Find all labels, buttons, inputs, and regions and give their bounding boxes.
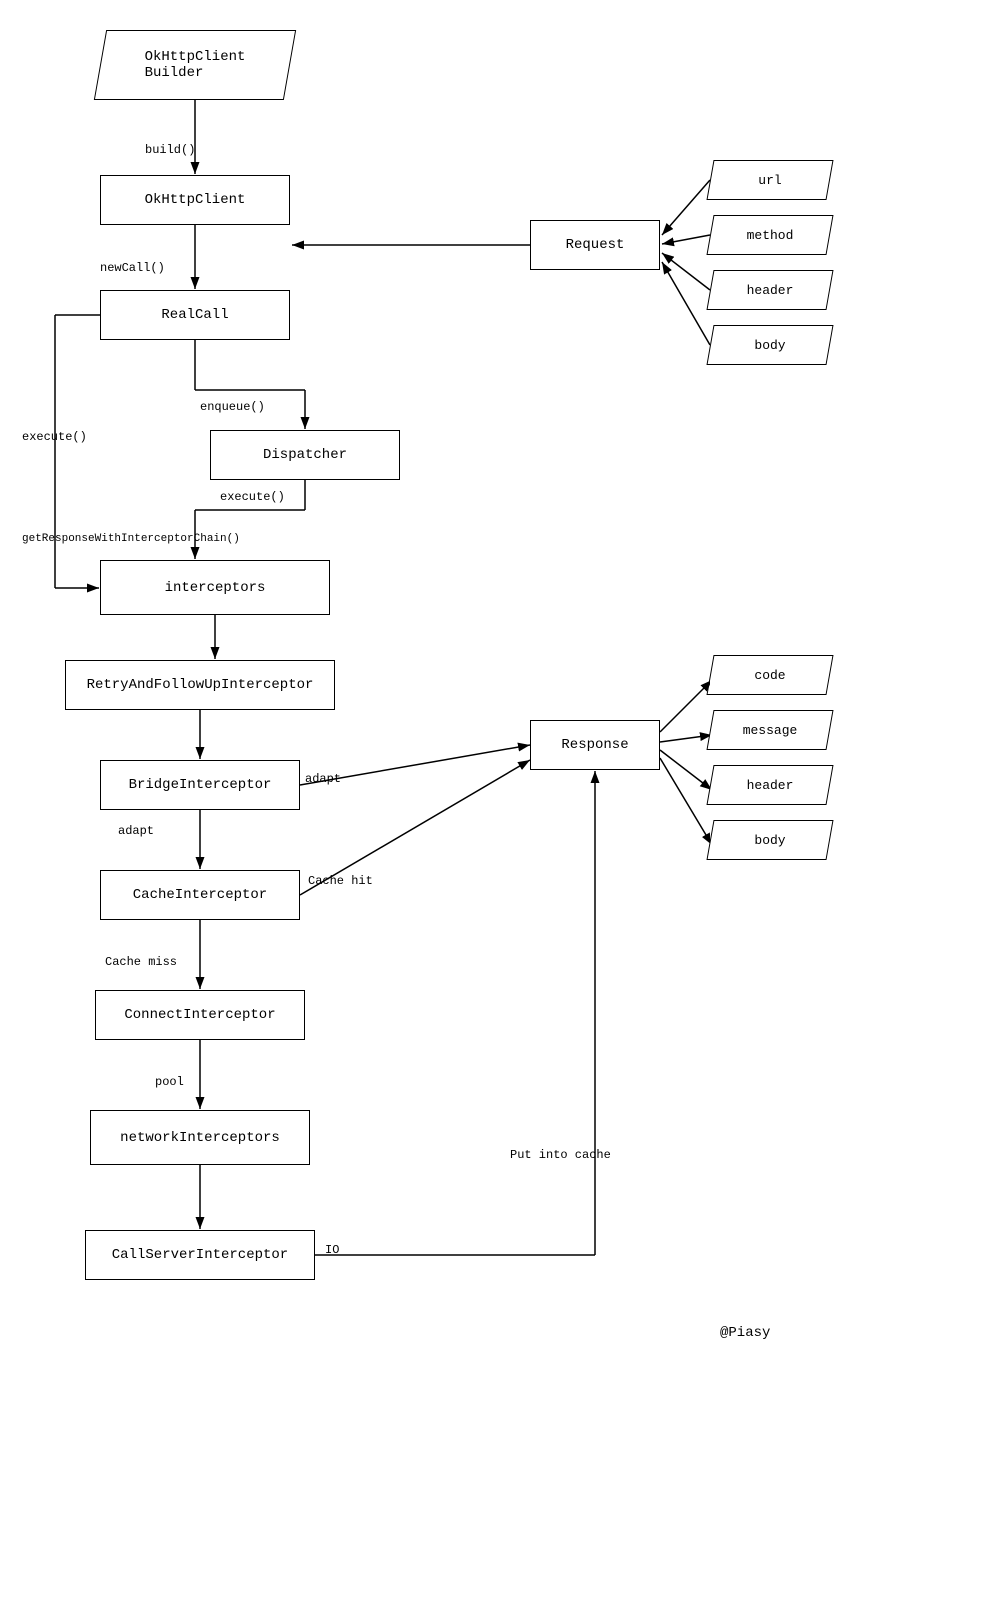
bridge-interceptor-node: BridgeInterceptor bbox=[100, 760, 300, 810]
interceptors-label: interceptors bbox=[165, 580, 266, 596]
header-req-node: header bbox=[710, 270, 830, 310]
dispatcher-label: Dispatcher bbox=[263, 447, 347, 463]
put-into-cache-label: Put into cache bbox=[510, 1148, 611, 1162]
cache-interceptor-label: CacheInterceptor bbox=[133, 887, 267, 903]
body-res-node: body bbox=[710, 820, 830, 860]
network-interceptors-label: networkInterceptors bbox=[120, 1130, 280, 1146]
get-response-label: getResponseWithInterceptorChain() bbox=[22, 533, 240, 545]
io-label: IO bbox=[325, 1243, 339, 1257]
callserver-interceptor-node: CallServerInterceptor bbox=[85, 1230, 315, 1280]
method-node: method bbox=[710, 215, 830, 255]
header-res-label: header bbox=[747, 778, 794, 793]
message-label: message bbox=[743, 723, 798, 738]
callserver-interceptor-label: CallServerInterceptor bbox=[112, 1247, 288, 1263]
execute-right-label: execute() bbox=[220, 490, 285, 504]
author-label: @Piasy bbox=[720, 1325, 770, 1341]
request-node: Request bbox=[530, 220, 660, 270]
retry-interceptor-node: RetryAndFollowUpInterceptor bbox=[65, 660, 335, 710]
pool-label: pool bbox=[155, 1075, 184, 1089]
connect-interceptor-node: ConnectInterceptor bbox=[95, 990, 305, 1040]
enqueue-label: enqueue() bbox=[200, 400, 265, 414]
body-req-label: body bbox=[754, 338, 785, 353]
new-call-label: newCall() bbox=[100, 261, 165, 275]
body-req-node: body bbox=[710, 325, 830, 365]
real-call-label: RealCall bbox=[161, 307, 228, 323]
body-res-label: body bbox=[754, 833, 785, 848]
retry-interceptor-label: RetryAndFollowUpInterceptor bbox=[87, 677, 314, 693]
response-label: Response bbox=[561, 737, 628, 753]
header-req-label: header bbox=[747, 283, 794, 298]
url-label: url bbox=[758, 173, 781, 188]
okhttp-client-node: OkHttpClient bbox=[100, 175, 290, 225]
method-label: method bbox=[747, 228, 794, 243]
builder-node: OkHttpClient Builder bbox=[100, 30, 290, 100]
cache-miss-label: Cache miss bbox=[105, 955, 177, 969]
dispatcher-node: Dispatcher bbox=[210, 430, 400, 480]
cache-hit-label: Cache hit bbox=[308, 874, 373, 888]
build-label: build() bbox=[145, 143, 195, 157]
url-node: url bbox=[710, 160, 830, 200]
builder-label: OkHttpClient Builder bbox=[145, 49, 246, 81]
adapt-left-label: adapt bbox=[118, 824, 154, 838]
code-label: code bbox=[754, 668, 785, 683]
request-label: Request bbox=[566, 237, 625, 253]
real-call-node: RealCall bbox=[100, 290, 290, 340]
interceptors-node: interceptors bbox=[100, 560, 330, 615]
diagram-container: OkHttpClient Builder build() OkHttpClien… bbox=[0, 0, 1000, 1600]
header-res-node: header bbox=[710, 765, 830, 805]
response-node: Response bbox=[530, 720, 660, 770]
code-node: code bbox=[710, 655, 830, 695]
message-node: message bbox=[710, 710, 830, 750]
execute-left-label: execute() bbox=[22, 430, 87, 444]
cache-interceptor-node: CacheInterceptor bbox=[100, 870, 300, 920]
adapt-right-label: adapt bbox=[305, 772, 341, 786]
okhttp-client-label: OkHttpClient bbox=[145, 192, 246, 208]
network-interceptors-node: networkInterceptors bbox=[90, 1110, 310, 1165]
connect-interceptor-label: ConnectInterceptor bbox=[124, 1007, 275, 1023]
bridge-interceptor-label: BridgeInterceptor bbox=[129, 777, 272, 793]
